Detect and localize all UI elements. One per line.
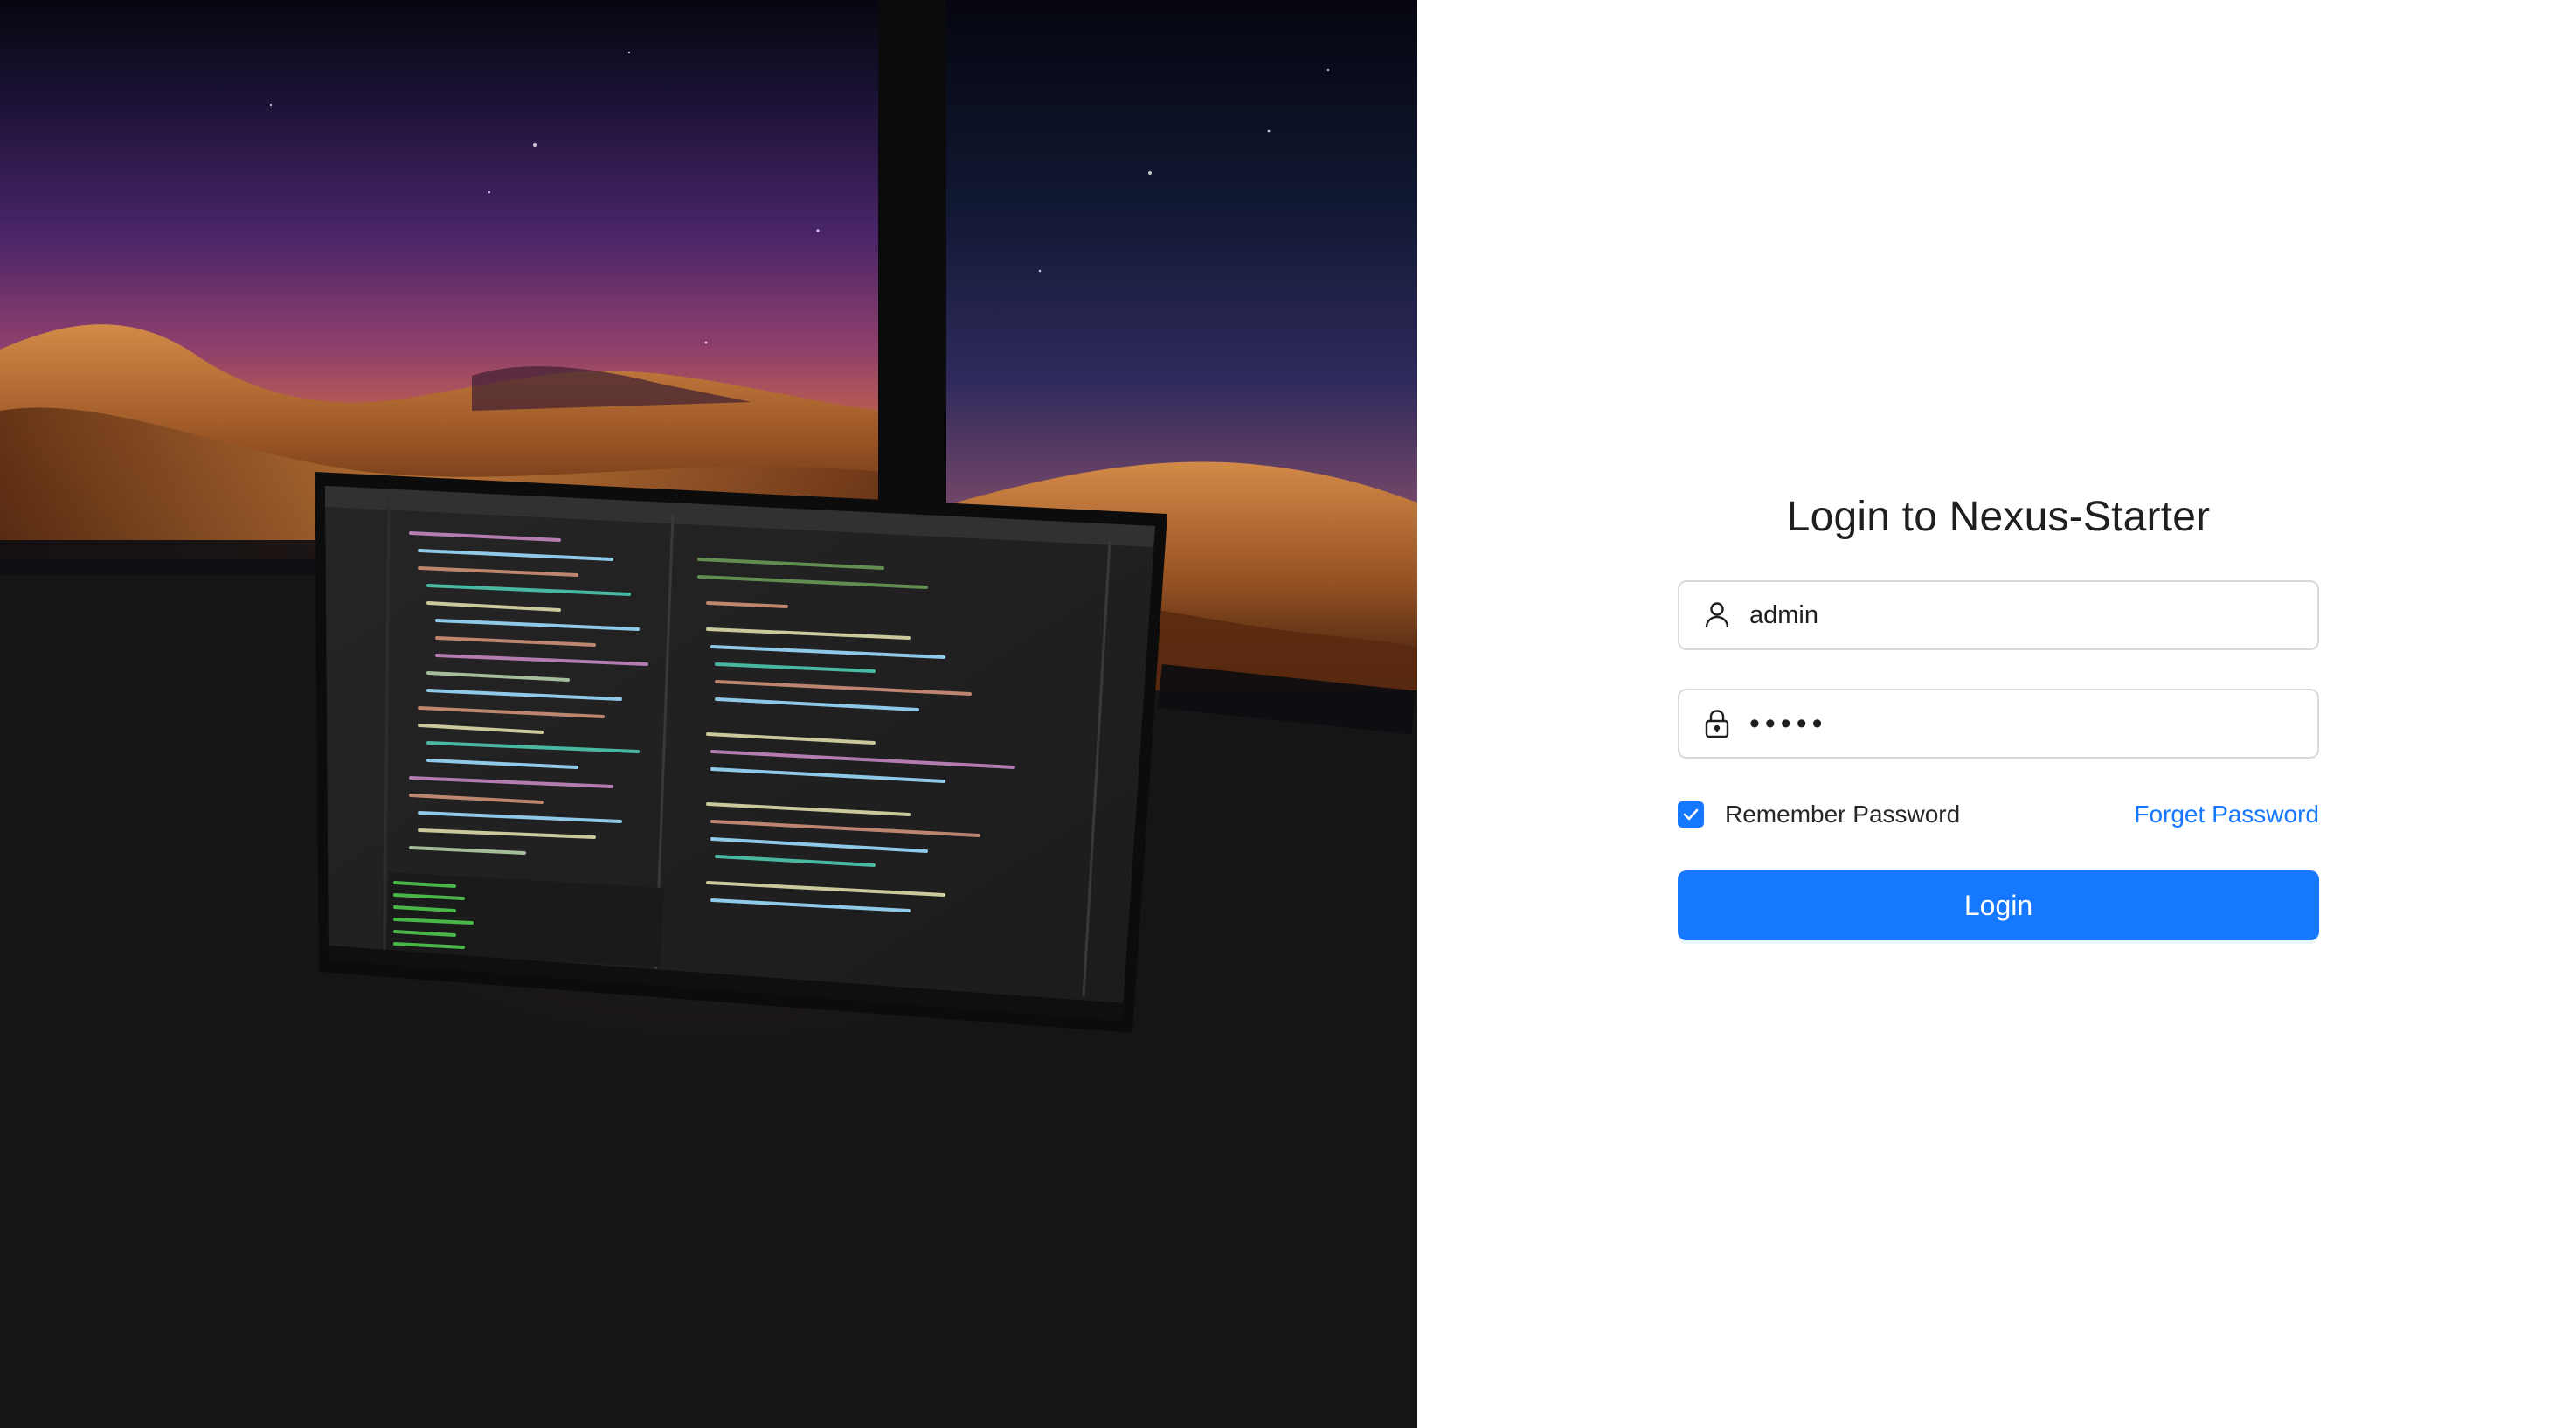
login-page: Login to Nexus-Starter admin Remember Pa… <box>0 0 2576 1428</box>
desk-setup-photo <box>0 0 1417 1428</box>
login-options: Remember Password Forget Password <box>1678 797 2319 832</box>
login-title: Login to Nexus-Starter <box>1786 494 2211 540</box>
checkbox-checked-icon[interactable] <box>1678 801 1704 828</box>
hero-image <box>0 0 1417 1428</box>
login-form: Login to Nexus-Starter admin Remember Pa… <box>1678 479 2319 940</box>
login-panel: Login to Nexus-Starter admin Remember Pa… <box>1417 0 2576 1428</box>
forget-password-link[interactable]: Forget Password <box>2134 801 2319 828</box>
username-input[interactable] <box>1749 589 2274 641</box>
lock-icon <box>1702 709 1732 738</box>
password-field[interactable] <box>1678 689 2319 759</box>
remember-password-label: Remember Password <box>1725 801 1961 828</box>
username-field[interactable] <box>1678 580 2319 650</box>
remember-password-checkbox[interactable]: Remember Password <box>1678 801 1960 828</box>
user-icon <box>1702 600 1732 630</box>
password-input[interactable] <box>1749 697 2274 750</box>
login-button[interactable]: Login <box>1678 870 2319 940</box>
